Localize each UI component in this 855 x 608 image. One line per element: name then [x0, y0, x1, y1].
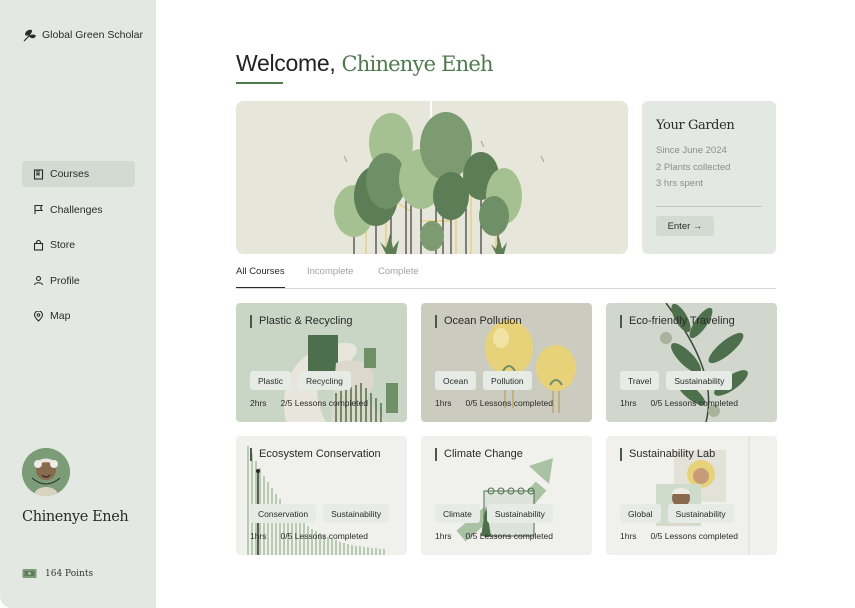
sidebar-item-map[interactable]: Map	[22, 303, 135, 329]
course-progress: 0/5 Lessons completed	[280, 531, 368, 541]
course-tabs: All Courses Incomplete Complete	[236, 266, 776, 289]
tag-list: Plastic Recycling	[250, 371, 351, 390]
sidebar: Global Green Scholar Courses Challenges …	[0, 0, 156, 608]
brand[interactable]: Global Green Scholar	[23, 28, 143, 42]
sidebar-item-label: Store	[50, 239, 76, 251]
greeting-text: Welcome,	[236, 50, 336, 76]
avatar[interactable]	[22, 448, 70, 496]
course-hours: 1hrs	[620, 531, 637, 541]
course-title: Climate Change	[435, 448, 523, 461]
tag-chip[interactable]: Plastic	[250, 371, 292, 390]
tag-list: Ocean Pollution	[435, 371, 532, 390]
garden-title: Your Garden	[656, 118, 735, 133]
course-card-eco-friendly-traveling[interactable]: Eco-friendly Traveling Travel Sustainabi…	[606, 303, 777, 422]
sidebar-item-label: Courses	[50, 168, 90, 180]
course-hours: 1hrs	[435, 531, 452, 541]
course-title: Eco-friendly Traveling	[620, 315, 735, 328]
course-title: Plastic & Recycling	[250, 315, 353, 328]
garden-hours: 3 hrs spent	[656, 178, 703, 189]
course-meta: 1hrs 0/5 Lessons completed	[620, 531, 738, 541]
sidebar-item-challenges[interactable]: Challenges	[22, 197, 135, 223]
course-hours: 1hrs	[250, 531, 267, 541]
user-icon	[33, 275, 44, 286]
course-card-climate-change[interactable]: Climate Change Climate Sustainability 1h…	[421, 436, 592, 555]
enter-garden-button[interactable]: Enter →	[656, 216, 714, 236]
greeting-name: Chinenye Eneh	[341, 52, 494, 76]
map-pin-icon	[33, 310, 44, 322]
garden-panel: Your Garden Since June 2024 2 Plants col…	[642, 101, 776, 254]
course-hours: 1hrs	[435, 398, 452, 408]
tab-all-courses[interactable]: All Courses	[236, 266, 285, 288]
tag-chip[interactable]: Conservation	[250, 504, 317, 523]
avatar-illustration	[22, 448, 70, 496]
sidebar-item-label: Challenges	[50, 203, 103, 216]
course-hours: 2hrs	[250, 398, 267, 408]
tab-complete[interactable]: Complete	[378, 266, 419, 287]
course-progress: 0/5 Lessons completed	[650, 398, 738, 408]
sidebar-item-store[interactable]: Store	[22, 232, 135, 258]
tag-chip[interactable]: Sustainability	[667, 504, 734, 523]
tag-chip[interactable]: Ocean	[435, 371, 477, 390]
shopping-bag-icon	[33, 239, 44, 251]
course-progress: 0/5 Lessons completed	[650, 531, 738, 541]
tab-incomplete[interactable]: Incomplete	[307, 266, 353, 287]
course-card-sustainability-lab[interactable]: Sustainability Lab Global Sustainability…	[606, 436, 777, 555]
course-title: Sustainability Lab	[620, 448, 715, 461]
course-title: Ocean Pollution	[435, 315, 522, 328]
cash-icon	[22, 569, 37, 578]
tag-chip[interactable]: Travel	[620, 371, 660, 390]
sidebar-item-label: Profile	[50, 274, 80, 287]
tag-list: Global Sustainability	[620, 504, 734, 523]
tag-chip[interactable]: Sustainability	[323, 504, 390, 523]
tag-chip[interactable]: Recycling	[298, 371, 351, 390]
course-progress: 0/5 Lessons completed	[465, 398, 553, 408]
course-progress: 0/5 Lessons completed	[465, 531, 553, 541]
course-card-ecosystem-conservation[interactable]: Ecosystem Conservation Conservation Sust…	[236, 436, 407, 555]
tag-chip[interactable]: Climate	[435, 504, 480, 523]
sidebar-item-profile[interactable]: Profile	[22, 268, 135, 294]
course-meta: 1hrs 0/5 Lessons completed	[620, 398, 738, 408]
tag-chip[interactable]: Global	[620, 504, 661, 523]
points-display: 164 Points	[22, 568, 93, 579]
course-card-ocean-pollution[interactable]: Ocean Pollution Ocean Pollution 1hrs 0/5…	[421, 303, 592, 422]
forest-illustration	[236, 101, 628, 254]
divider	[656, 206, 762, 207]
points-label: 164 Points	[45, 568, 94, 579]
course-card-plastic-recycling[interactable]: Plastic & Recycling Plastic Recycling 2h…	[236, 303, 407, 422]
brand-name: Global Green Scholar	[42, 29, 143, 41]
page-title: Welcome, Chinenye Eneh	[236, 50, 494, 77]
hero-illustration	[236, 101, 628, 254]
user-name: Chinenye Eneh	[22, 509, 129, 525]
course-meta: 1hrs 0/5 Lessons completed	[435, 531, 553, 541]
course-progress: 2/5 Lessons completed	[280, 398, 368, 408]
course-hours: 1hrs	[620, 398, 637, 408]
tag-list: Climate Sustainability	[435, 504, 553, 523]
course-meta: 1hrs 0/5 Lessons completed	[435, 398, 553, 408]
garden-since: Since June 2024	[656, 145, 727, 156]
leaf-logo-icon	[23, 29, 36, 42]
course-meta: 2hrs 2/5 Lessons completed	[250, 398, 368, 408]
course-meta: 1hrs 0/5 Lessons completed	[250, 531, 368, 541]
book-icon	[33, 168, 44, 180]
garden-plants: 2 Plants collected	[656, 161, 731, 173]
tag-chip[interactable]: Sustainability	[486, 504, 553, 523]
sidebar-item-courses[interactable]: Courses	[22, 161, 135, 187]
tag-list: Conservation Sustainability	[250, 504, 390, 523]
tag-list: Travel Sustainability	[620, 371, 733, 390]
title-underline	[236, 82, 283, 84]
flag-icon	[34, 204, 43, 214]
sidebar-nav: Courses Challenges Store Profile Map	[22, 161, 135, 339]
tag-chip[interactable]: Pollution	[483, 371, 532, 390]
tag-chip[interactable]: Sustainability	[666, 371, 733, 390]
sidebar-item-label: Map	[50, 310, 71, 322]
course-title: Ecosystem Conservation	[250, 448, 381, 461]
